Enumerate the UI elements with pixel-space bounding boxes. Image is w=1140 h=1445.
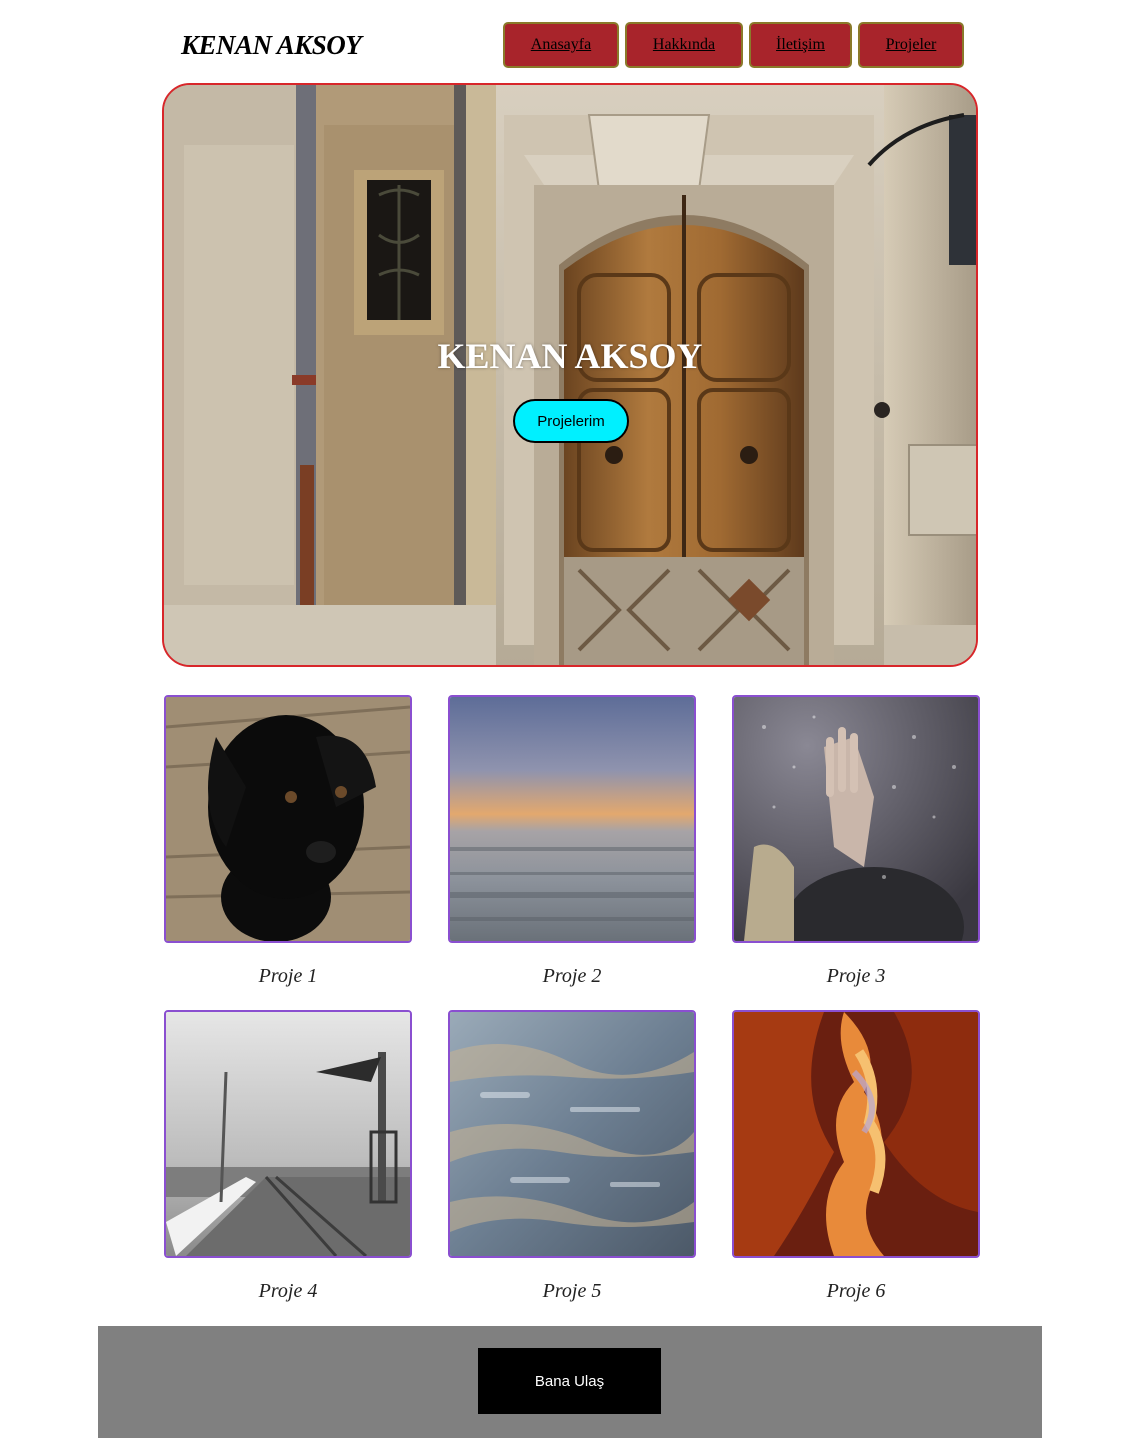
hero-banner: KENAN AKSOY Projelerim — [162, 83, 978, 667]
project-thumbnail[interactable] — [448, 1010, 696, 1258]
project-card-3[interactable]: Proje 3 — [732, 695, 980, 988]
pier-lighthouse-photo — [166, 1012, 410, 1256]
project-thumbnail[interactable] — [164, 695, 412, 943]
black-puppy-photo — [166, 697, 410, 941]
project-caption: Proje 6 — [826, 1280, 886, 1302]
project-caption: Proje 1 — [258, 965, 318, 987]
project-caption: Proje 2 — [542, 965, 602, 987]
project-card-4[interactable]: Proje 4 — [164, 1010, 412, 1303]
contact-me-button[interactable]: Bana Ulaş — [478, 1348, 661, 1414]
project-caption: Proje 5 — [542, 1280, 602, 1302]
nav-link-projeler[interactable]: Projeler — [858, 22, 964, 68]
site-logo[interactable]: KENAN AKSOY — [181, 30, 362, 61]
project-thumbnail[interactable] — [732, 1010, 980, 1258]
project-caption: Proje 4 — [258, 1280, 318, 1302]
nav-link-iletisim[interactable]: İletişim — [749, 22, 852, 68]
canyon-photo — [734, 1012, 978, 1256]
project-card-6[interactable]: Proje 6 — [732, 1010, 980, 1303]
project-card-1[interactable]: Proje 1 — [164, 695, 412, 988]
nav-link-anasayfa[interactable]: Anasayfa — [503, 22, 619, 68]
sunset-sea-photo — [450, 697, 694, 941]
project-thumbnail[interactable] — [448, 695, 696, 943]
project-caption: Proje 3 — [826, 965, 886, 987]
nav-link-hakkinda[interactable]: Hakkında — [625, 22, 743, 68]
projects-button[interactable]: Projelerim — [513, 399, 629, 443]
project-thumbnail[interactable] — [732, 695, 980, 943]
hand-on-rainy-glass-photo — [734, 697, 978, 941]
footer: Bana Ulaş — [98, 1326, 1042, 1438]
hero-title: KENAN AKSOY — [437, 336, 703, 376]
project-thumbnail[interactable] — [164, 1010, 412, 1258]
water-reflection-photo — [450, 1012, 694, 1256]
project-card-5[interactable]: Proje 5 — [448, 1010, 696, 1303]
project-card-2[interactable]: Proje 2 — [448, 695, 696, 988]
main-nav: Anasayfa Hakkında İletişim Projeler — [503, 22, 964, 68]
